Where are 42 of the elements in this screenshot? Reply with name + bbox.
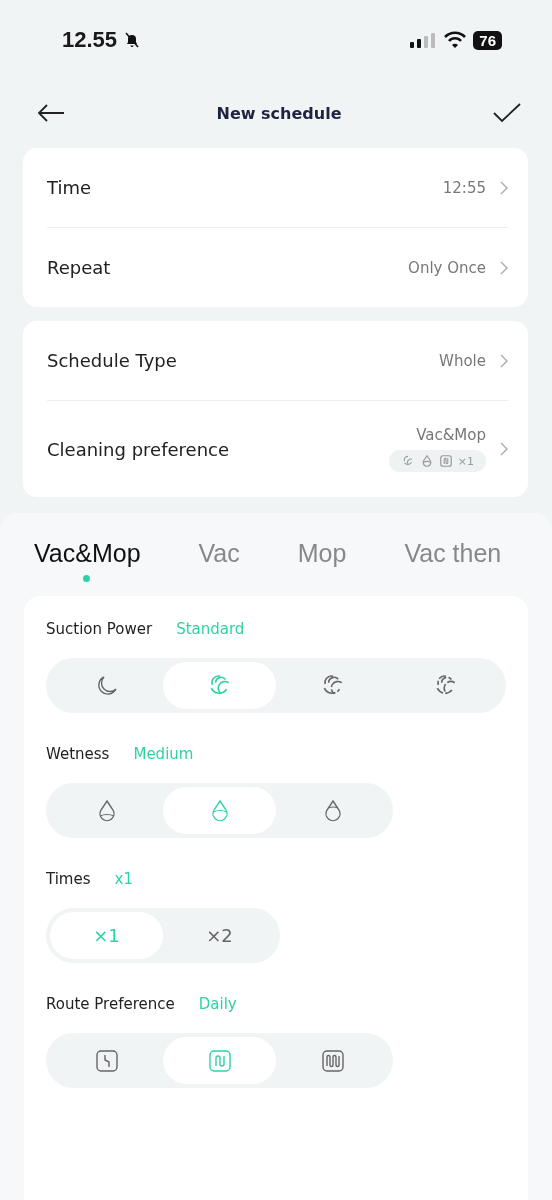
row-value: 12:55 <box>442 178 486 197</box>
settings-row[interactable]: Time 12:55 <box>47 148 508 228</box>
mode-tab[interactable]: Vac&Mop <box>34 539 141 582</box>
times-option[interactable]: ×2 <box>163 912 276 959</box>
route-icon <box>207 1048 232 1073</box>
row-value: Vac&Mop <box>416 426 486 444</box>
option-value: Standard <box>176 620 245 638</box>
option-value: x1 <box>114 870 133 888</box>
chevron-right-icon <box>500 442 508 456</box>
status-time: 12.55 <box>62 27 118 53</box>
back-arrow-icon[interactable] <box>36 103 66 123</box>
muted-bell-icon <box>123 31 142 49</box>
signal-icon <box>409 32 438 48</box>
checkmark-icon[interactable] <box>492 102 522 124</box>
option-segment[interactable] <box>163 787 276 834</box>
row-value: Whole <box>439 351 486 370</box>
chevron-right-icon <box>500 180 508 195</box>
option-segment[interactable] <box>163 662 276 709</box>
row-label: Time <box>47 177 92 198</box>
option-value: Medium <box>133 745 194 763</box>
route-icon <box>94 1048 119 1073</box>
wifi-icon <box>443 31 468 49</box>
route-icon <box>320 1048 345 1073</box>
settings-row[interactable]: Cleaning preference Vac&Mop ×1 <box>47 401 508 497</box>
option-label: Times <box>46 870 91 888</box>
settings-row[interactable]: Schedule Type Whole <box>47 321 508 401</box>
battery-level: 76 <box>473 30 502 50</box>
settings-row[interactable]: Repeat Only Once <box>47 228 508 307</box>
row-label: Cleaning preference <box>47 438 229 460</box>
row-label: Repeat <box>47 257 111 278</box>
row-value: Only Once <box>408 258 486 277</box>
option-label: Suction Power <box>46 620 153 638</box>
route-icon <box>438 454 453 468</box>
page-title: New schedule <box>216 103 342 123</box>
times-label: ×1 <box>457 454 474 468</box>
row-label: Schedule Type <box>47 350 177 371</box>
option-value: Daily <box>198 995 237 1013</box>
chevron-right-icon <box>500 353 508 368</box>
option-label: Route Preference <box>46 995 175 1013</box>
option-segment[interactable] <box>163 1037 276 1084</box>
chevron-right-icon <box>500 260 508 275</box>
option-label: Wetness <box>46 745 110 763</box>
